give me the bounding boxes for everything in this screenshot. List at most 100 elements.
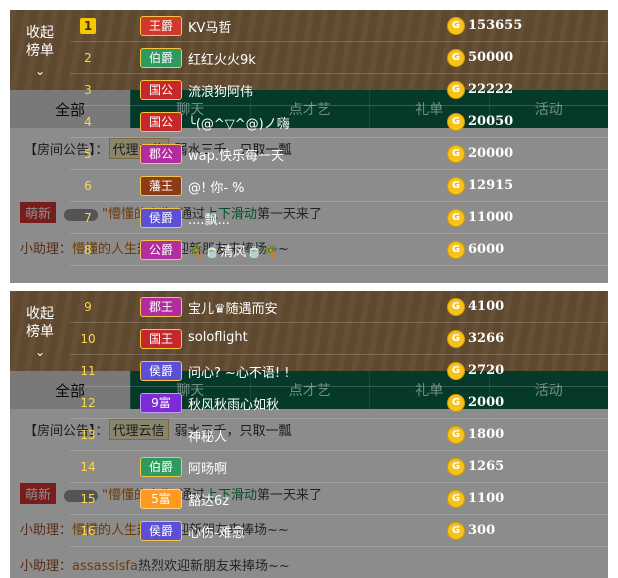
coin-icon: G [447,81,465,99]
leaderboard-row[interactable]: 6 藩王 @! 你- % G 12915 [70,170,608,202]
rank-title-badge: 侯爵 [140,521,183,541]
coin-icon: G [447,362,465,380]
rank-number: 5 [84,147,92,161]
user-name[interactable]: 神秘人 [188,426,227,445]
rank-title-badge: 伯爵 [140,457,183,477]
rank-number: 6 [84,179,92,193]
user-name[interactable]: KV马哲 [188,17,231,36]
leaderboard-row[interactable]: 14 伯爵 阿旸啊 G 1265 [70,451,608,483]
user-name[interactable]: @! 你- % [188,177,245,196]
rank-title-badge: 国王 [140,329,183,349]
rank-title-badge: 9富 [140,393,182,413]
rank-title-badge: 郡公 [140,144,183,164]
user-name[interactable]: 豁达6z [188,490,229,509]
rank-title-badge: 国公 [140,80,183,100]
leaderboard-row[interactable]: 7 侯爵 ....飘... G 11000 [70,202,608,234]
gift-score: 20000 [468,146,514,161]
rank-title-badge: 王爵 [140,16,183,36]
gift-score: 11000 [468,210,514,225]
rank-title-badge: 郡王 [140,297,183,317]
rank-number: 14 [80,460,96,474]
user-name[interactable]: 红红火火9k [188,49,256,68]
rank-title-badge: 伯爵 [140,48,183,68]
leaderboard-row[interactable]: 1 王爵 KV马哲 G 153655 [70,10,608,42]
coin-icon: G [447,522,465,540]
coin-icon: G [447,394,465,412]
rank-number: 10 [80,332,96,346]
leaderboard-panel-bottom: 全部 聊天 点才艺 礼单 活动 【房间公告】：代理云信弱水三千，只取一瓢 萌新"… [10,291,608,578]
rank-number: 7 [84,211,92,225]
rank-number: 11 [80,364,96,378]
user-name[interactable]: 问心? ~心不语! ! [188,362,289,381]
leaderboard-row[interactable]: 15 5富 豁达6z G 1100 [70,483,608,515]
collapse-leaderboard-button[interactable]: 收起 榜单 ⌄ [10,10,70,80]
gift-score: 50000 [468,50,514,65]
leaderboard-row[interactable]: 3 国公 流浪狗阿伟 G 22222 [70,74,608,106]
leaderboard-row[interactable]: 5 郡公 wap.快乐每一天 G 20000 [70,138,608,170]
user-name[interactable]: wap.快乐每一天 [188,145,284,164]
user-name[interactable]: 流浪狗阿伟 [188,81,253,100]
collapse-leaderboard-button[interactable]: 收起 榜单 ⌄ [10,291,70,361]
coin-icon: G [447,177,465,195]
coin-icon: G [447,330,465,348]
gift-score: 1265 [468,459,505,474]
rank-number: 12 [80,396,96,410]
coin-icon: G [447,298,465,316]
rank-number: 15 [80,492,96,506]
leaderboard-row[interactable]: 11 侯爵 问心? ~心不语! ! G 2720 [70,355,608,387]
user-name[interactable]: ....飘... [188,209,230,228]
coin-icon: G [447,426,465,444]
gift-score: 2720 [468,363,505,378]
rank-title-badge [140,425,182,445]
user-name[interactable]: 阿旸啊 [188,458,227,477]
leaderboard-row[interactable]: 10 国王 soloflight G 3266 [70,323,608,355]
coin-icon: G [447,49,465,67]
gift-score: 1800 [468,427,505,442]
coin-icon: G [447,458,465,476]
user-name[interactable]: soloflight [188,330,248,345]
gift-score: 2000 [468,395,505,410]
user-name[interactable]: ╰(@^▽^@)ノ嗨 [188,113,290,132]
rank-number: 1 [80,18,96,34]
rank-title-badge: 侯爵 [140,208,183,228]
gift-score: 4100 [468,299,505,314]
coin-icon: G [447,145,465,163]
user-name[interactable]: 心伤-难愈 [188,522,245,541]
leaderboard-row[interactable]: 9 郡王 宝儿♛随遇而安 G 4100 [70,291,608,323]
leaderboard-panel-top: 全部 聊天 点才艺 礼单 活动 【房间公告】：代理云信弱水三千，只取一瓢 萌新"… [10,10,608,283]
user-name[interactable]: 🌴🍵清风🍵🌴 [188,241,279,260]
rank-number: 16 [80,524,96,538]
gift-score: 3266 [468,331,505,346]
rank-number: 3 [84,83,92,97]
coin-icon: G [447,209,465,227]
leaderboard-row[interactable]: 8 公爵 🌴🍵清风🍵🌴 G 6000 [70,234,608,266]
chevron-down-icon: ⌄ [34,345,46,359]
gift-score: 153655 [468,18,523,33]
gift-score: 20050 [468,114,514,129]
rank-number: 13 [80,428,96,442]
rank-number: 4 [84,115,92,129]
rank-number: 2 [84,51,92,65]
rank-title-badge: 公爵 [140,240,183,260]
coin-icon: G [447,241,465,259]
rank-title-badge: 国公 [140,112,183,132]
coin-icon: G [447,113,465,131]
gift-score: 300 [468,523,496,538]
leaderboard-row[interactable]: 2 伯爵 红红火火9k G 50000 [70,42,608,74]
coin-icon: G [447,490,465,508]
gift-score: 12915 [468,178,514,193]
gift-score: 22222 [468,82,514,97]
user-name[interactable]: 秋风秋雨心如秋 [188,394,279,413]
leaderboard-list: 9 郡王 宝儿♛随遇而安 G 4100 10 国王 soloflight G 3266 11 侯爵 问心… [70,291,608,547]
rank-title-badge: 藩王 [140,176,183,196]
coin-icon: G [447,17,465,35]
leaderboard-row[interactable]: 13 神秘人 G 1800 [70,419,608,451]
leaderboard-row[interactable]: 4 国公 ╰(@^▽^@)ノ嗨 G 20050 [70,106,608,138]
gift-score: 1100 [468,491,505,506]
user-name[interactable]: 宝儿♛随遇而安 [188,298,278,317]
leaderboard-row[interactable]: 12 9富 秋风秋雨心如秋 G 2000 [70,387,608,419]
leaderboard-list: 1 王爵 KV马哲 G 153655 2 伯爵 红红火火9k G 50000 3 国公 流浪狗阿伟 G 22… [70,10,608,266]
chevron-down-icon: ⌄ [34,64,46,78]
rank-title-badge: 侯爵 [140,361,183,381]
leaderboard-row[interactable]: 16 侯爵 心伤-难愈 G 300 [70,515,608,547]
